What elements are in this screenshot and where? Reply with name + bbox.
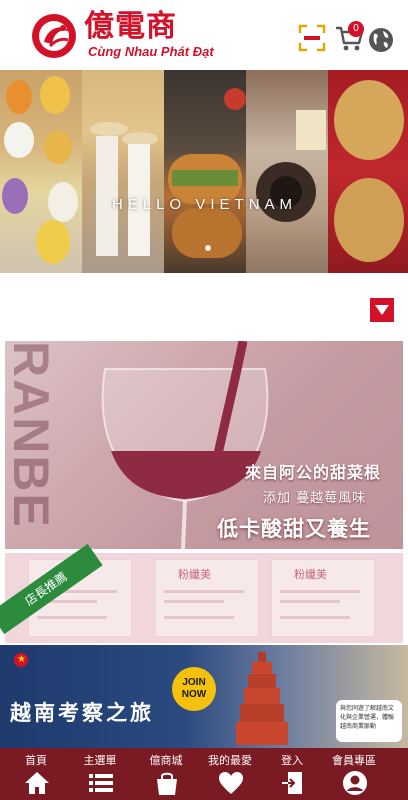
hero-banh-mi-photo (164, 70, 246, 273)
tour-description: 與您同遊了解越南文化與企業營運，體驗越南商業脈動 (336, 700, 402, 742)
product-card[interactable]: 粉纖美 (271, 559, 375, 637)
top-header: 億電商 Cùng Nhau Phát Đạt 0 (0, 0, 408, 70)
nav-main-menu[interactable]: 主選單 (68, 748, 132, 800)
wine-subheadline: 添加 蔓越莓風味 (263, 491, 367, 506)
vietnam-flag-icon: ★ (14, 653, 28, 667)
cart-count-badge: 0 (348, 21, 364, 37)
product-brand: 粉纖美 (178, 568, 211, 581)
bottom-navigation: 首頁 主選單 億商城 我的最愛 登入 會員專區 (0, 748, 408, 800)
product-brand: 粉纖美 (294, 568, 327, 581)
tour-title: 越南考察之旅 (10, 701, 154, 725)
hero-title: HELLO VIETNAM (112, 196, 298, 213)
nav-mall-label: 億商城 (149, 754, 183, 767)
nav-favorites-label: 我的最愛 (208, 754, 252, 767)
nav-main-menu-label: 主選單 (83, 754, 117, 767)
login-icon (282, 772, 302, 794)
globe-icon[interactable] (368, 27, 394, 53)
wine-promo-banner[interactable]: RANBE 來自阿公的甜菜根 添加 蔓越莓風味 低卡酸甜又養生 (5, 341, 403, 549)
chevron-down-icon (375, 305, 389, 315)
hero-masks-photo (328, 70, 408, 273)
nav-mall[interactable]: 億商城 (134, 748, 198, 800)
heart-icon (219, 772, 243, 794)
scan-icon[interactable] (298, 24, 326, 52)
wine-bg-word: RANBE (5, 341, 59, 529)
join-now-badge[interactable]: JOIN NOW (172, 667, 216, 711)
wine-tagline: 低卡酸甜又養生 (217, 517, 371, 541)
brand-title: 億電商 (84, 9, 177, 44)
nav-favorites[interactable]: 我的最愛 (198, 748, 262, 800)
nav-home-label: 首頁 (25, 754, 47, 767)
home-icon (25, 772, 49, 794)
hero-ao-dai-photo (82, 70, 164, 273)
nav-login[interactable]: 登入 (260, 748, 324, 800)
logo-mark-icon (32, 14, 76, 58)
wine-headline: 來自阿公的甜菜根 (245, 463, 382, 482)
hero-lanterns-photo (0, 70, 82, 273)
brand-subtitle: Cùng Nhau Phát Đạt (88, 44, 214, 59)
nav-member[interactable]: 會員專區 (322, 748, 386, 800)
brand-logo[interactable]: 億電商 Cùng Nhau Phát Đạt (30, 10, 240, 62)
nav-member-label: 會員專區 (332, 754, 376, 767)
expand-dropdown-button[interactable] (370, 298, 394, 322)
shopping-bag-icon (157, 772, 177, 795)
carousel-indicator[interactable] (205, 245, 211, 251)
product-card[interactable]: 粉纖美 (155, 559, 259, 637)
user-icon (343, 771, 367, 795)
menu-icon (89, 774, 113, 792)
pagoda-illustration (236, 652, 288, 745)
hero-banner[interactable]: HELLO VIETNAM (0, 70, 408, 273)
app-root: { "brand": { "title": "億電商", "subtitle":… (0, 0, 408, 800)
nav-home[interactable]: 首頁 (4, 748, 68, 800)
nav-login-label: 登入 (281, 754, 303, 767)
hero-coffee-photo (246, 70, 328, 273)
